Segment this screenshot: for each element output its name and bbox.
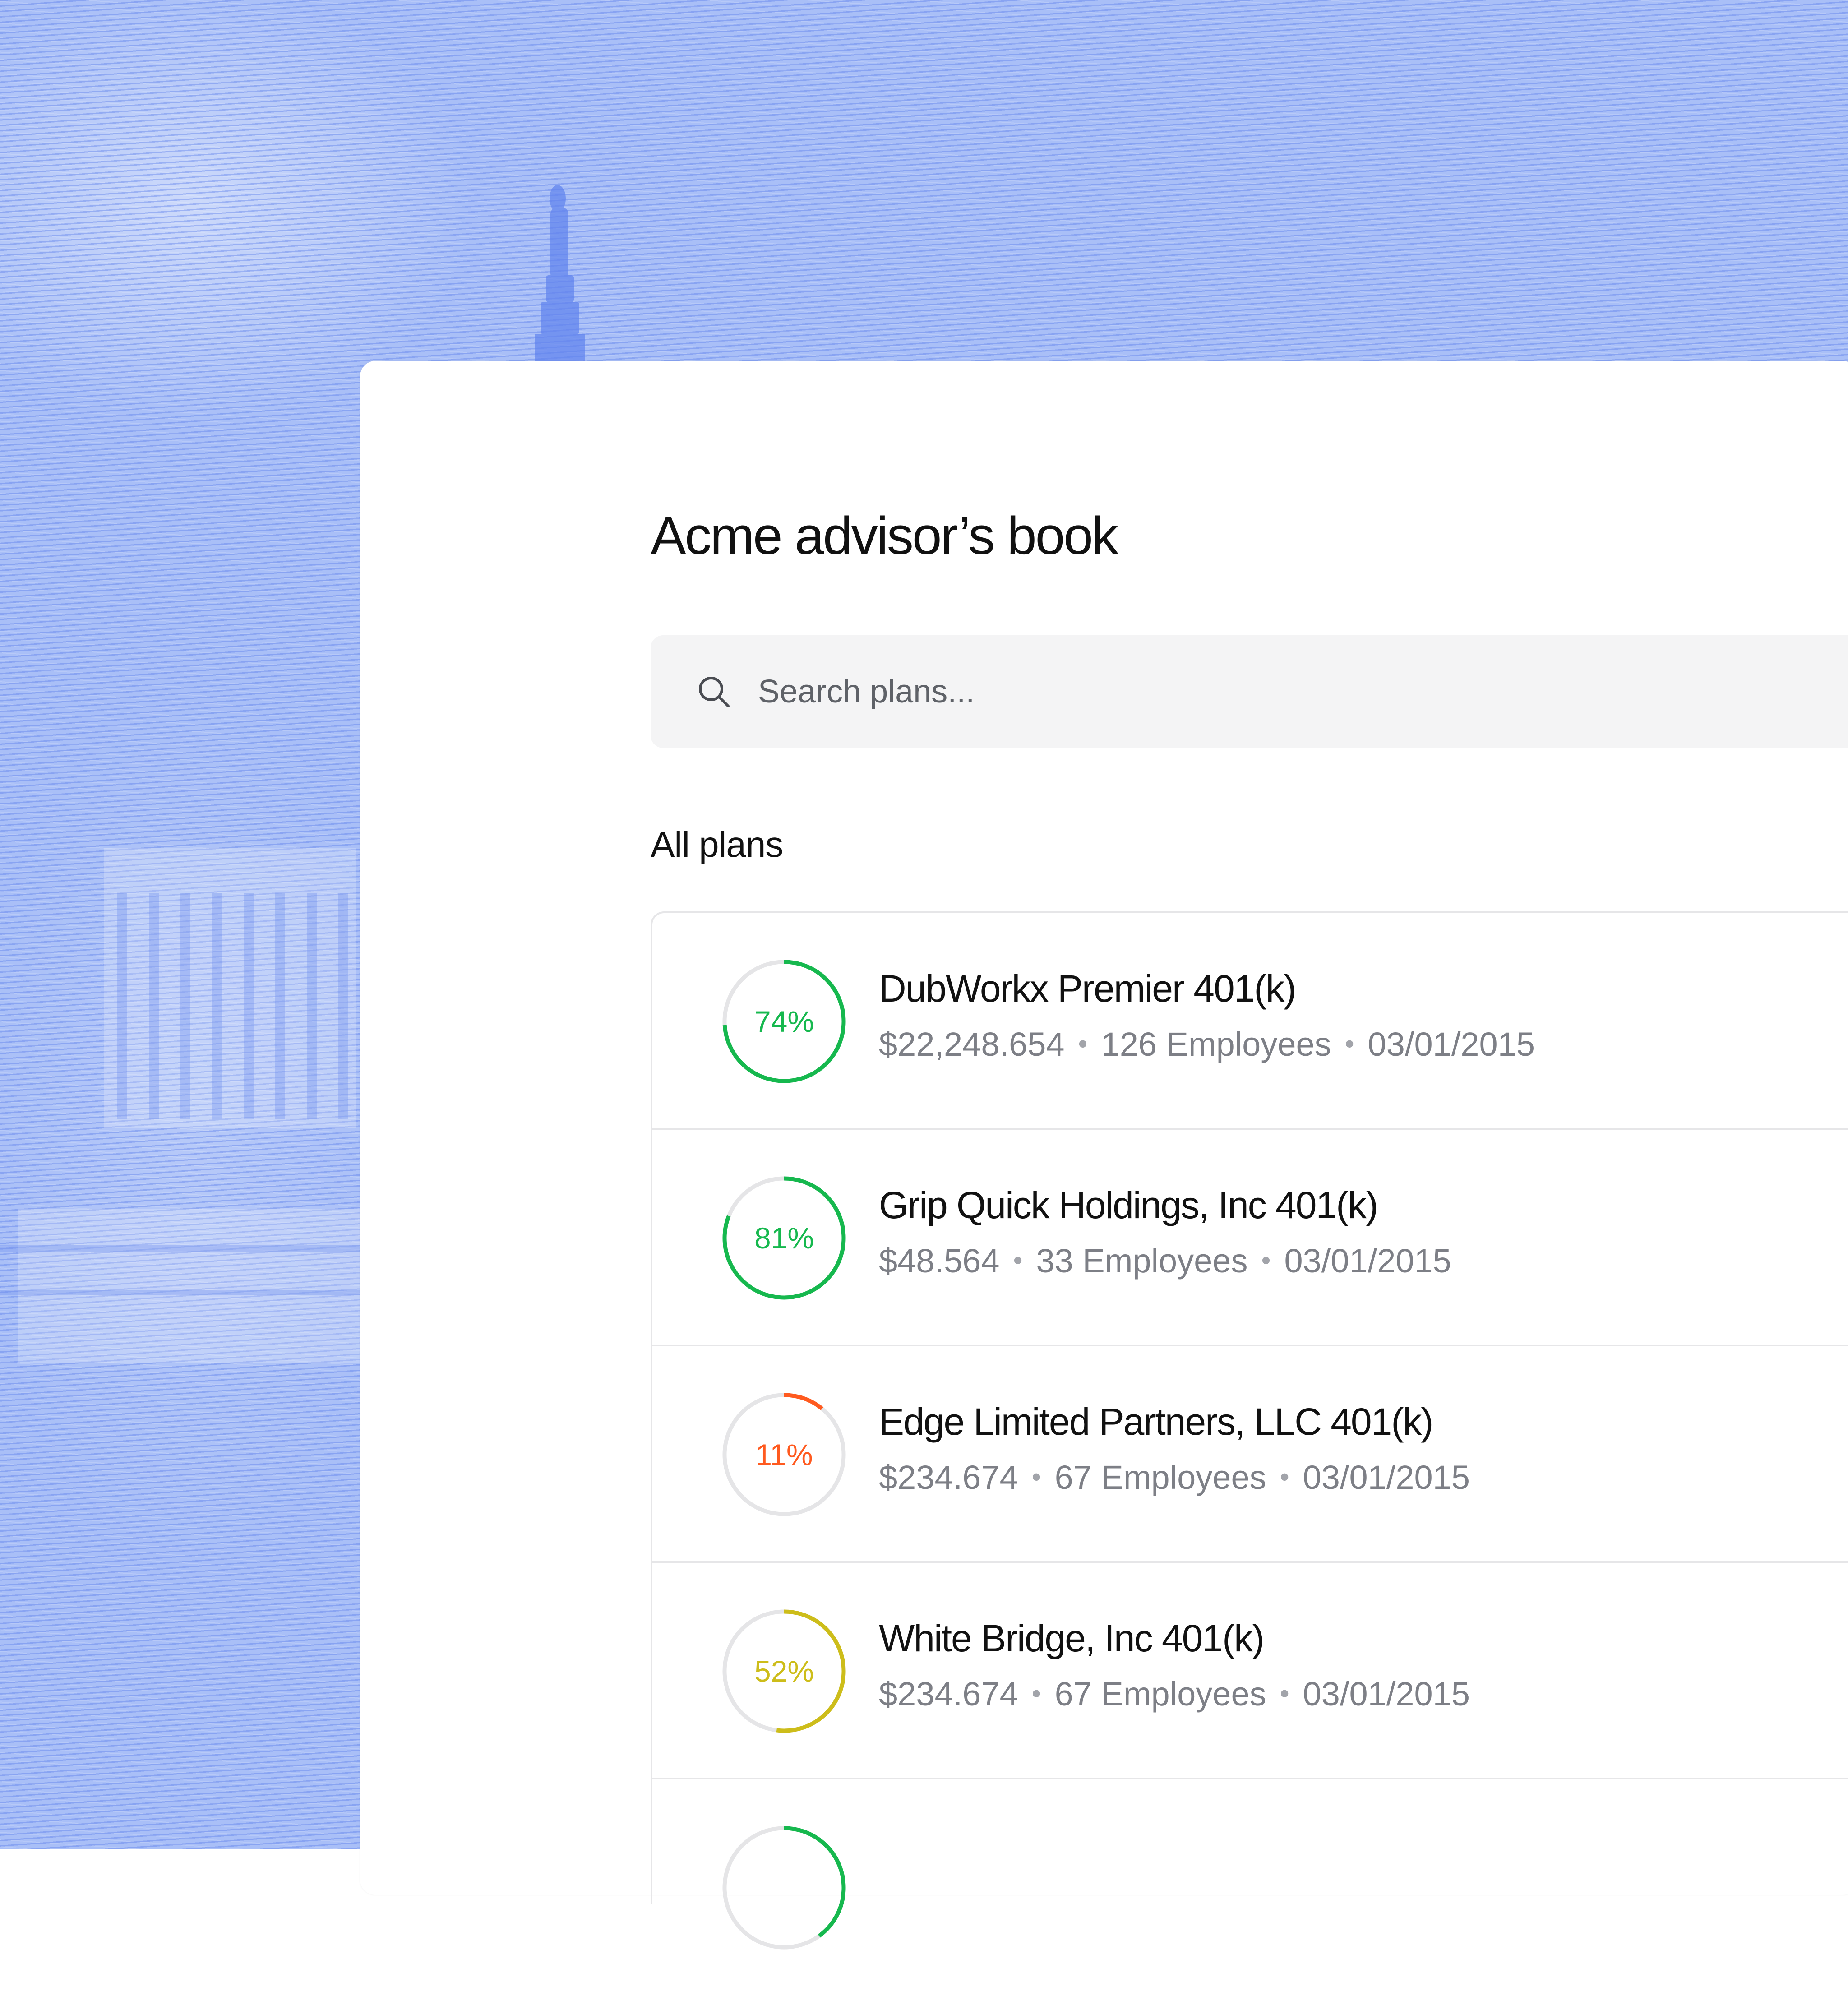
- plan-meta: $234.674 • 67 Employees • 03/01/2015: [879, 1671, 1470, 1717]
- plan-row[interactable]: [652, 1779, 1848, 1996]
- plan-name: Edge Limited Partners, LLC 401(k): [879, 1400, 1433, 1443]
- plan-employees: 67 Employees: [1054, 1675, 1266, 1713]
- plan-name: White Bridge, Inc 401(k): [879, 1617, 1265, 1659]
- progress-ring: [722, 1826, 846, 1950]
- plan-employees: 33 Employees: [1036, 1242, 1248, 1280]
- capitol-building-illustration: [0, 848, 361, 1363]
- separator-dot: •: [1013, 1245, 1023, 1275]
- separator-dot: •: [1031, 1462, 1041, 1492]
- plan-name: Grip Quick Holdings, Inc 401(k): [879, 1184, 1378, 1226]
- plan-date: 03/01/2015: [1284, 1242, 1451, 1280]
- progress-percent: 52%: [754, 1654, 814, 1688]
- page-title: Acme advisor’s book: [651, 506, 1118, 566]
- plan-employees: 126 Employees: [1101, 1026, 1331, 1063]
- plan-amount: $234.674: [879, 1459, 1018, 1496]
- search-bar[interactable]: [651, 635, 1848, 748]
- plan-meta: $22,248.654 • 126 Employees • 03/01/2015: [879, 1021, 1535, 1067]
- plans-list: 74% DubWorkx Premier 401(k) $22,248.654 •…: [651, 911, 1848, 1950]
- plan-amount: $234.674: [879, 1675, 1018, 1713]
- plan-meta: $234.674 • 67 Employees • 03/01/2015: [879, 1455, 1470, 1500]
- separator-dot: •: [1261, 1245, 1271, 1275]
- plan-row[interactable]: 11% Edge Limited Partners, LLC 401(k) $2…: [652, 1346, 1848, 1563]
- separator-dot: •: [1031, 1678, 1041, 1709]
- plan-employees: 67 Employees: [1054, 1459, 1266, 1496]
- separator-dot: •: [1280, 1678, 1289, 1709]
- statue-illustration: [535, 185, 585, 365]
- search-icon: [699, 677, 730, 707]
- separator-dot: •: [1280, 1462, 1289, 1492]
- plan-row[interactable]: 81% Grip Quick Holdings, Inc 401(k) $48.…: [652, 1130, 1848, 1346]
- plan-amount: $48.564: [879, 1242, 1000, 1280]
- progress-percent: 81%: [754, 1221, 814, 1255]
- plan-amount: $22,248.654: [879, 1026, 1065, 1063]
- plan-date: 03/01/2015: [1368, 1026, 1535, 1063]
- plan-name: DubWorkx Premier 401(k): [879, 967, 1296, 1010]
- plan-date: 03/01/2015: [1303, 1675, 1470, 1713]
- progress-percent: 11%: [755, 1438, 813, 1471]
- plan-meta: $48.564 • 33 Employees • 03/01/2015: [879, 1238, 1451, 1284]
- search-input[interactable]: [758, 667, 1796, 716]
- plan-row[interactable]: 52% White Bridge, Inc 401(k) $234.674 • 67…: [652, 1563, 1848, 1779]
- section-label-all-plans: All plans: [651, 824, 783, 864]
- separator-dot: •: [1344, 1029, 1354, 1059]
- plan-date: 03/01/2015: [1303, 1459, 1470, 1496]
- progress-percent: 74%: [754, 1005, 814, 1038]
- plan-row[interactable]: 74% DubWorkx Premier 401(k) $22,248.654 •…: [652, 913, 1848, 1130]
- separator-dot: •: [1078, 1029, 1088, 1059]
